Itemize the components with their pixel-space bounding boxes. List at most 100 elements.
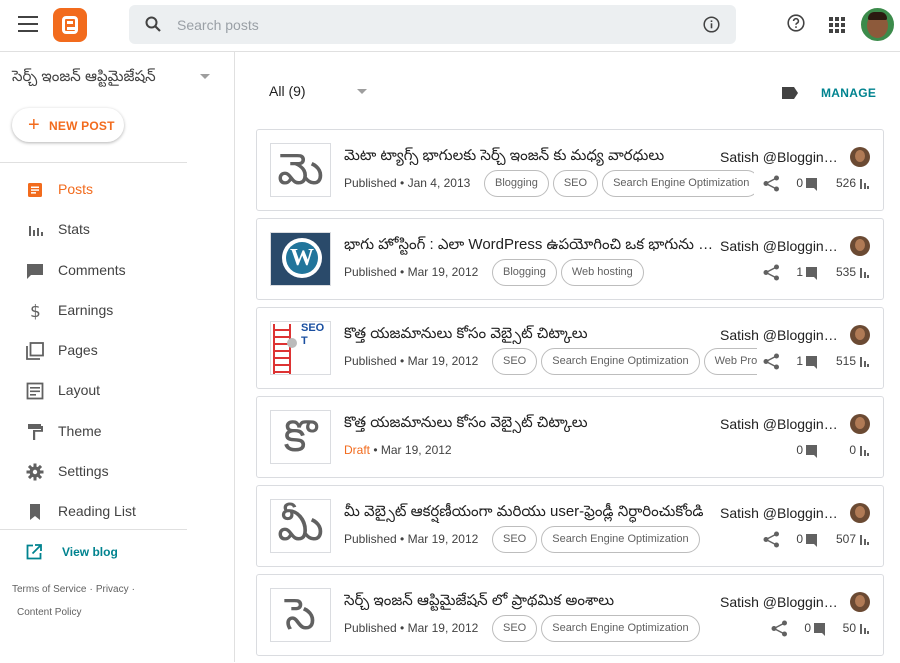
search-input[interactable] bbox=[177, 13, 677, 37]
content-policy-link[interactable]: Content Policy bbox=[17, 607, 81, 618]
ladder-graphic bbox=[273, 324, 291, 374]
help-icon[interactable] bbox=[787, 14, 805, 32]
post-date: Mar 19, 2012 bbox=[407, 265, 479, 279]
layout-icon bbox=[26, 383, 44, 400]
sidebar-item-label: Reading List bbox=[58, 503, 136, 520]
label-chip[interactable]: Web hosting bbox=[560, 259, 644, 286]
comment-count[interactable]: 1 bbox=[777, 265, 817, 281]
sidebar-item-label: Settings bbox=[58, 463, 109, 480]
status-text: Published bbox=[344, 532, 397, 546]
label-chip[interactable]: Search Engine Optimization bbox=[541, 348, 700, 375]
comment-count[interactable]: 0 bbox=[777, 532, 817, 548]
sidebar-item-comments[interactable]: Comments bbox=[0, 251, 234, 291]
terms-link[interactable]: Terms of Service bbox=[12, 584, 86, 595]
sidebar-item-settings[interactable]: Settings bbox=[0, 452, 234, 492]
sidebar-item-stats[interactable]: Stats bbox=[0, 210, 234, 250]
new-post-label: NEW POST bbox=[49, 119, 115, 133]
posts-filter-dropdown[interactable]: All (9) bbox=[269, 83, 379, 103]
label-chip[interactable]: Web Promotion bbox=[703, 348, 757, 375]
post-row[interactable]: కొ కొత్త యజమానులు కోసం వెబ్సైట్ చిట్కాలు… bbox=[256, 396, 884, 478]
post-thumbnail bbox=[270, 232, 331, 286]
post-date: Jan 4, 2013 bbox=[407, 176, 471, 190]
label-chip[interactable]: SEO bbox=[492, 348, 538, 375]
info-icon[interactable] bbox=[703, 16, 720, 33]
blogger-logo[interactable] bbox=[53, 8, 87, 42]
view-blog-label: View blog bbox=[62, 545, 118, 559]
sidebar-item-earnings[interactable]: $ Earnings bbox=[0, 291, 234, 331]
post-title[interactable]: సెర్చ్ ఇంజన్ ఆప్టిమైజేషన్ లో ప్రాథమిక అం… bbox=[344, 592, 714, 613]
sidebar: సెర్చ్ ఇంజన్ ఆప్టిమైజేషన్ + NEW POST Pos… bbox=[0, 52, 235, 662]
sidebar-item-reading-list[interactable]: Reading List bbox=[0, 492, 234, 532]
label-chip[interactable]: Search Engine Optimization bbox=[541, 615, 700, 642]
blog-name: సెర్చ్ ఇంజన్ ఆప్టిమైజేషన్ bbox=[12, 68, 156, 85]
comment-icon bbox=[806, 267, 817, 280]
comment-count-value: 0 bbox=[796, 532, 803, 546]
post-status: Draft • Mar 19, 2012 bbox=[344, 443, 452, 457]
comment-count[interactable]: 1 bbox=[777, 354, 817, 370]
post-labels: SEOSearch Engine OptimizationWeb Promoti… bbox=[492, 348, 757, 376]
post-author: Satish @Blogging... bbox=[720, 505, 843, 521]
sidebar-item-label: Pages bbox=[58, 342, 98, 359]
view-count-value: 526 bbox=[835, 176, 856, 190]
label-chip[interactable]: SEO bbox=[492, 526, 538, 553]
thumbnail-letter: మె bbox=[277, 144, 324, 195]
sidebar-item-layout[interactable]: Layout bbox=[0, 371, 234, 411]
comment-icon bbox=[806, 534, 817, 547]
status-text: Published bbox=[344, 265, 397, 279]
sidebar-nav: Posts Stats Comments $ Earnings Pages La… bbox=[0, 170, 234, 533]
post-title[interactable]: భాగు హోస్టింగ్ : ఎలా WordPress ఉపయోగించి… bbox=[344, 236, 714, 257]
status-text: Draft bbox=[344, 443, 371, 457]
sidebar-item-label: Earnings bbox=[58, 301, 114, 318]
post-thumbnail: కొ bbox=[270, 410, 331, 464]
comments-icon bbox=[27, 263, 43, 279]
post-row[interactable]: సె సెర్చ్ ఇంజన్ ఆప్టిమైజేషన్ లో ప్రాథమిక… bbox=[256, 574, 884, 656]
label-chip[interactable]: SEO bbox=[552, 170, 599, 197]
label-chip[interactable]: Blogging bbox=[484, 170, 549, 197]
post-title[interactable]: కొత్త యజమానులు కోసం వెబ్సైట్ చిట్కాలు bbox=[344, 414, 714, 435]
comment-count-value: 0 bbox=[804, 621, 811, 635]
label-chip[interactable]: Search Engine Optimization bbox=[541, 526, 700, 553]
thumbnail-letter: కొ bbox=[283, 411, 318, 462]
menu-icon[interactable] bbox=[18, 16, 38, 32]
manage-button[interactable]: MANAGE bbox=[821, 86, 876, 100]
label-icon[interactable] bbox=[781, 86, 799, 100]
account-avatar[interactable] bbox=[861, 8, 894, 41]
post-thumbnail: మె bbox=[270, 143, 331, 197]
comment-count-value: 0 bbox=[796, 443, 803, 457]
post-title[interactable]: మెటా ట్యాగ్స్ భాగులకు సెర్చ్ ఇంజన్ కు మధ… bbox=[344, 147, 714, 168]
post-labels: Blogging SEO Search Engine Optimization bbox=[484, 170, 754, 198]
apps-grid-icon[interactable] bbox=[829, 17, 845, 33]
privacy-link[interactable]: Privacy bbox=[96, 584, 129, 595]
blog-selector[interactable]: సెర్చ్ ఇంజన్ ఆప్టిమైజేషన్ bbox=[12, 68, 217, 90]
thumbnail-text: SEO T bbox=[301, 322, 325, 347]
search-icon[interactable] bbox=[145, 16, 161, 32]
top-bar bbox=[0, 0, 900, 52]
post-row[interactable]: SEO T కొత్త యజమానులు కోసం వెబ్సైట్ చిట్క… bbox=[256, 307, 884, 389]
post-row[interactable]: మీ మీ వెబ్సైట్ ఆకర్షణీయంగా మరియు user-ఫ్… bbox=[256, 485, 884, 567]
comment-count[interactable]: 0 bbox=[777, 443, 817, 459]
post-status: Published • Mar 19, 2012 bbox=[344, 354, 479, 368]
label-chip[interactable]: SEO bbox=[492, 615, 538, 642]
comment-count[interactable]: 0 bbox=[777, 176, 817, 192]
post-author: Satish @Blogging... bbox=[720, 238, 843, 254]
sidebar-item-posts[interactable]: Posts bbox=[0, 170, 234, 210]
label-chip[interactable]: Blogging bbox=[492, 259, 557, 286]
comment-count[interactable]: 0 bbox=[785, 621, 825, 637]
post-row[interactable]: మె మెటా ట్యాగ్స్ భాగులకు సెర్చ్ ఇంజన్ కు… bbox=[256, 129, 884, 211]
separator: · bbox=[131, 584, 135, 595]
stats-icon bbox=[860, 357, 869, 367]
chevron-down-icon bbox=[200, 74, 210, 79]
sidebar-item-pages[interactable]: Pages bbox=[0, 331, 234, 371]
post-row[interactable]: భాగు హోస్టింగ్ : ఎలా WordPress ఉపయోగించి… bbox=[256, 218, 884, 300]
dollar-icon: $ bbox=[30, 302, 41, 320]
sidebar-item-theme[interactable]: Theme bbox=[0, 412, 234, 452]
status-text: Published bbox=[344, 621, 397, 635]
author-avatar bbox=[850, 414, 870, 434]
post-title[interactable]: కొత్త యజమానులు కోసం వెబ్సైట్ చిట్కాలు bbox=[344, 325, 714, 346]
comment-icon bbox=[806, 356, 817, 369]
post-status: Published • Mar 19, 2012 bbox=[344, 621, 479, 635]
sidebar-item-label: Posts bbox=[58, 181, 94, 197]
label-chip[interactable]: Search Engine Optimization bbox=[602, 170, 754, 197]
post-title[interactable]: మీ వెబ్సైట్ ఆకర్షణీయంగా మరియు user-ఫ్రెం… bbox=[344, 503, 714, 524]
new-post-button[interactable]: + NEW POST bbox=[12, 108, 124, 142]
